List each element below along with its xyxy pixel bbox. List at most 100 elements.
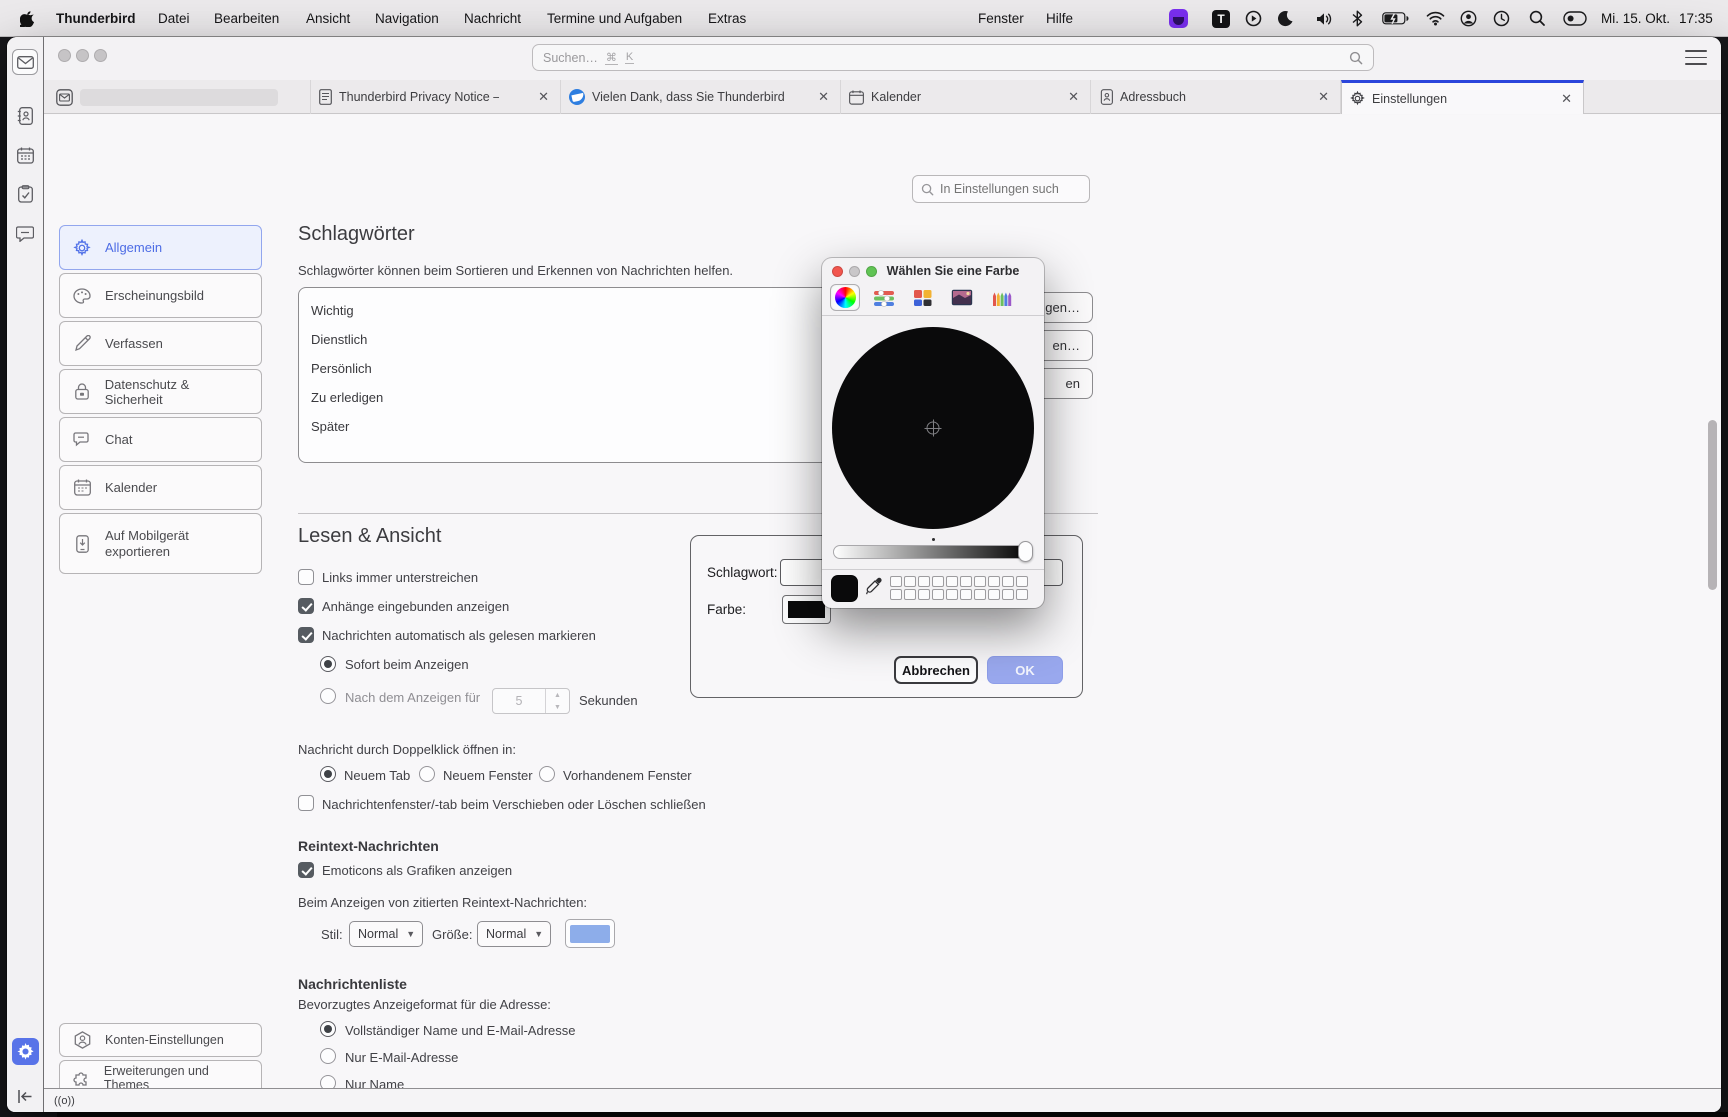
swatch-cell[interactable] <box>946 589 958 600</box>
tab-kalender[interactable]: Kalender ✕ <box>841 80 1091 114</box>
swatch-cell[interactable] <box>932 589 944 600</box>
brightness-slider-thumb[interactable] <box>1018 541 1033 562</box>
t-app-icon[interactable]: T <box>1211 9 1231 28</box>
vertical-scrollbar-thumb[interactable] <box>1708 420 1717 590</box>
menu-fenster[interactable]: Fenster <box>978 0 1024 37</box>
menu-bar-time[interactable]: 17:35 <box>1679 0 1713 37</box>
wifi-icon[interactable] <box>1425 9 1445 28</box>
tab-close-icon[interactable]: ✕ <box>535 89 552 105</box>
menu-ansicht[interactable]: Ansicht <box>306 0 350 37</box>
mark-read-immediately-radio[interactable] <box>320 656 336 672</box>
color-wheel-tab[interactable] <box>830 284 860 311</box>
tab-account[interactable] <box>48 80 311 114</box>
tab-close-icon[interactable]: ✕ <box>1315 89 1332 105</box>
tab-adressbuch[interactable]: Adressbuch ✕ <box>1091 80 1341 114</box>
current-color-well[interactable] <box>831 575 858 602</box>
swatch-cell[interactable] <box>960 576 972 587</box>
space-calendar-icon[interactable] <box>12 142 38 168</box>
menu-datei[interactable]: Datei <box>158 0 190 37</box>
tab-close-icon[interactable]: ✕ <box>815 89 832 105</box>
sidebar-item-konten-einstellungen[interactable]: Konten-Einstellungen <box>59 1023 262 1057</box>
bluetooth-icon[interactable] <box>1347 9 1367 28</box>
name-only-radio[interactable] <box>320 1075 336 1088</box>
swatch-cell[interactable] <box>988 589 1000 600</box>
open-new-window-radio[interactable] <box>419 766 435 782</box>
swatch-cell[interactable] <box>890 589 902 600</box>
brightness-slider[interactable] <box>833 545 1031 559</box>
auto-mark-read-checkbox[interactable] <box>298 627 314 643</box>
menu-bar-date[interactable]: Mi. 15. Okt. <box>1601 0 1670 37</box>
swatch-cell[interactable] <box>1002 589 1014 600</box>
app-menu-button[interactable] <box>1685 50 1707 65</box>
volume-icon[interactable] <box>1314 9 1334 28</box>
battery-icon[interactable] <box>1381 9 1409 28</box>
settings-search-field[interactable] <box>912 175 1090 203</box>
email-only-radio[interactable] <box>320 1048 336 1064</box>
sidebar-item-erweiterungen[interactable]: Erweiterungen und Themes <box>59 1060 262 1088</box>
quote-color-button[interactable] <box>565 919 615 948</box>
delay-seconds-stepper[interactable]: 5 ▲ ▼ <box>492 688 570 714</box>
color-sliders-tab[interactable] <box>869 284 899 311</box>
ok-button[interactable]: OK <box>987 656 1063 684</box>
style-dropdown[interactable]: Normal ▼ <box>349 921 423 947</box>
cancel-button[interactable]: Abbrechen <box>894 656 978 684</box>
space-addressbook-icon[interactable] <box>12 103 38 129</box>
pencils-tab[interactable] <box>986 284 1016 311</box>
menu-extras[interactable]: Extras <box>708 0 746 37</box>
time-machine-icon[interactable] <box>1491 9 1511 28</box>
swatch-cell[interactable] <box>932 576 944 587</box>
eyedropper-icon[interactable] <box>866 577 882 595</box>
sidebar-item-kalender[interactable]: Kalender <box>59 465 262 510</box>
swatch-cell[interactable] <box>890 576 902 587</box>
inline-attachments-checkbox[interactable] <box>298 598 314 614</box>
swatch-cell[interactable] <box>918 576 930 587</box>
open-new-tab-radio[interactable] <box>320 766 336 782</box>
menu-navigation[interactable]: Navigation <box>375 0 439 37</box>
swatch-cell[interactable] <box>904 589 916 600</box>
swatch-cell[interactable] <box>1016 589 1028 600</box>
open-existing-window-radio[interactable] <box>539 766 555 782</box>
image-palettes-tab[interactable] <box>947 284 977 311</box>
color-wheel-area[interactable] <box>832 327 1034 529</box>
menu-bearbeiten[interactable]: Bearbeiten <box>214 0 279 37</box>
sidebar-item-allgemein[interactable]: Allgemein <box>59 225 262 270</box>
tab-close-icon[interactable]: ✕ <box>1065 89 1082 105</box>
space-tasks-icon[interactable] <box>12 181 38 207</box>
swatch-cell[interactable] <box>960 589 972 600</box>
settings-search-input[interactable] <box>940 182 1081 196</box>
traffic-light-minimize[interactable] <box>76 49 89 62</box>
sidebar-item-verfassen[interactable]: Verfassen <box>59 321 262 366</box>
swatch-cell[interactable] <box>918 589 930 600</box>
emoticons-checkbox[interactable] <box>298 862 314 878</box>
menu-app-name[interactable]: Thunderbird <box>56 0 136 37</box>
traffic-light-zoom[interactable] <box>94 49 107 62</box>
mark-read-delay-radio[interactable] <box>320 688 336 704</box>
tab-einstellungen[interactable]: Einstellungen ✕ <box>1341 80 1584 114</box>
swatch-cell[interactable] <box>904 576 916 587</box>
settings-gear-button[interactable] <box>12 1038 39 1065</box>
swatch-cell[interactable] <box>1016 576 1028 587</box>
purple-app-icon[interactable] <box>1168 9 1188 28</box>
tab-welcome[interactable]: Vielen Dank, dass Sie Thunderbird ✕ <box>561 80 841 114</box>
sidebar-item-mobil-export[interactable]: Auf Mobilgerät exportieren <box>59 513 262 574</box>
menu-nachricht[interactable]: Nachricht <box>464 0 521 37</box>
control-center-icon[interactable] <box>1562 9 1588 28</box>
sidebar-item-erscheinungsbild[interactable]: Erscheinungsbild <box>59 273 262 318</box>
collapse-rail-icon[interactable] <box>12 1083 38 1109</box>
stepper-arrows[interactable]: ▲ ▼ <box>545 689 569 713</box>
size-dropdown[interactable]: Normal ▼ <box>477 921 551 947</box>
traffic-light-close[interactable] <box>58 49 71 62</box>
window-titlebar[interactable]: Suchen… ⌘ K <box>44 37 1721 80</box>
apple-menu[interactable] <box>20 0 35 37</box>
swatch-cell[interactable] <box>974 576 986 587</box>
swatch-cell[interactable] <box>974 589 986 600</box>
tab-privacy-notice[interactable]: Thunderbird Privacy Notice — Mozil ✕ <box>311 80 561 114</box>
underline-links-checkbox[interactable] <box>298 569 314 585</box>
menu-termine[interactable]: Termine und Aufgaben <box>547 0 682 37</box>
menu-hilfe[interactable]: Hilfe <box>1046 0 1073 37</box>
user-account-icon[interactable] <box>1458 9 1478 28</box>
sidebar-item-datenschutz[interactable]: Datenschutz & Sicherheit <box>59 369 262 414</box>
play-circle-icon[interactable] <box>1243 9 1263 28</box>
swatch-cell[interactable] <box>988 576 1000 587</box>
close-on-move-checkbox[interactable] <box>298 795 314 811</box>
